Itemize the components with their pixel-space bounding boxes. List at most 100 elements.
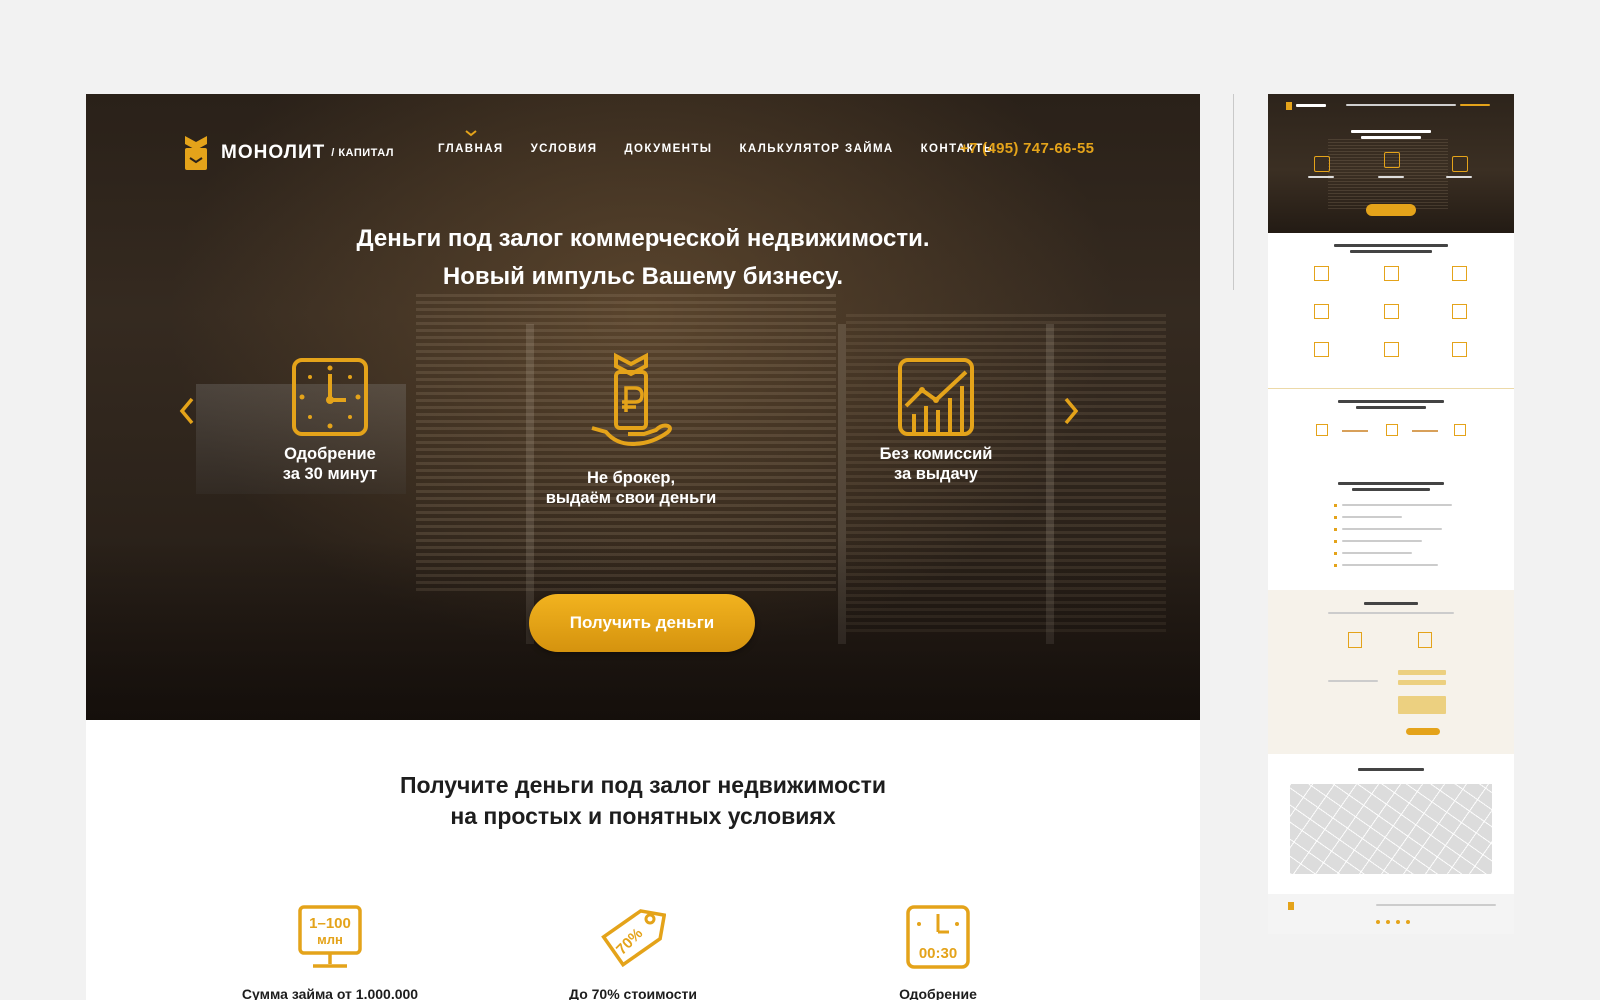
hero-section: МОНОЛИТ / КАПИТАЛ ГЛАВНАЯ УСЛОВИЯ ДОКУМЕ… — [86, 94, 1200, 720]
conditions-title-line: Получите деньги под залог недвижимости — [399, 772, 887, 798]
thumbnail-section-title — [1356, 406, 1426, 409]
thumbnail-section-title — [1364, 602, 1418, 605]
thumbnail-form-field — [1398, 670, 1446, 675]
thumbnail-step-icon — [1386, 424, 1398, 436]
thumbnail-section-title — [1352, 488, 1430, 491]
amount-icon-text: 1–100 — [309, 915, 351, 932]
thumbnail-doc-line — [1342, 540, 1422, 542]
thumbnail-ruble-icon — [1384, 152, 1400, 168]
thumbnail-grid-icon — [1384, 304, 1399, 319]
nav-item-conditions[interactable]: УСЛОВИЯ — [531, 143, 598, 155]
thumbnail-section-title — [1350, 250, 1432, 253]
amount-icon-unit: млн — [317, 932, 343, 947]
get-money-button[interactable]: Получить деньги — [529, 594, 755, 652]
condition-label: Одобрение — [899, 986, 977, 1000]
feature-label: Не брокер, выдаём свои деньги — [545, 469, 717, 507]
thumbnail-grid-icon — [1384, 266, 1399, 281]
hero-title-line: Деньги под залог коммерческой недвижимос… — [356, 225, 930, 252]
thumbnail-text-line — [1328, 612, 1454, 614]
thumbnail-feature-label — [1446, 176, 1472, 178]
thumbnail-check-icon — [1334, 528, 1337, 531]
thumbnail-nav — [1346, 104, 1456, 106]
condition-percent: 70% До 70% стоимости — [503, 904, 763, 1000]
thumbnail-calculator — [1268, 590, 1514, 754]
main-nav: ГЛАВНАЯ УСЛОВИЯ ДОКУМЕНТЫ КАЛЬКУЛЯТОР ЗА… — [438, 130, 1023, 155]
thumbnail-doc-line — [1342, 516, 1402, 518]
thumbnail-brand — [1296, 104, 1326, 107]
thumbnail-feature-label — [1308, 176, 1334, 178]
thumbnail-grid-icon — [1452, 342, 1467, 357]
thumbnail-application-icon — [1418, 632, 1432, 648]
conditions-title: Получите деньги под залог недвижимости н… — [86, 770, 1200, 832]
feature-approval: Одобрение за 30 минут — [200, 356, 460, 484]
thumbnail-step-icon — [1316, 424, 1328, 436]
thumbnail-title — [1351, 130, 1431, 133]
feature-label: Одобрение за 30 минут — [282, 445, 378, 483]
condition-label: До 70% стоимости — [569, 986, 697, 1000]
thumbnail-social-icon — [1376, 920, 1380, 924]
thumbnail-phone — [1460, 104, 1490, 106]
conditions-title-line: на простых и понятных условиях — [450, 803, 836, 829]
thumbnail-hero-blinds — [1328, 139, 1448, 209]
thumbnail-step-line — [1412, 430, 1438, 432]
brand-name: МОНОЛИТ — [221, 142, 326, 163]
timer-icon-text: 00:30 — [919, 945, 957, 962]
thumbnail-doc-line — [1342, 552, 1412, 554]
thumbnail-section-title — [1338, 400, 1444, 403]
thumbnail-feature-label — [1378, 176, 1404, 178]
thumbnail-grid-icon — [1314, 342, 1329, 357]
thumbnail-doc-line — [1342, 564, 1438, 566]
thumbnail-section-title — [1334, 244, 1448, 247]
thumbnail-separator — [1268, 388, 1514, 389]
preview-divider — [1233, 94, 1234, 290]
thumbnail-social-icon — [1406, 920, 1410, 924]
full-page-thumbnail — [1268, 94, 1514, 934]
thumbnail-footer-nav — [1376, 904, 1496, 906]
amount-monitor-icon: 1–100 млн — [298, 905, 362, 968]
brand-logo[interactable]: МОНОЛИТ / КАПИТАЛ — [183, 134, 394, 172]
thumbnail-section-title — [1358, 768, 1424, 771]
thumbnail-cta — [1366, 204, 1416, 216]
thumbnail-doc-line — [1342, 504, 1452, 506]
thumbnail-step-icon — [1454, 424, 1466, 436]
thumbnail-logo-icon — [1286, 102, 1292, 110]
thumbnail-chart-icon — [1452, 156, 1468, 172]
slider-prev-arrow-icon[interactable] — [178, 396, 198, 426]
hero-title: Деньги под залог коммерческой недвижимос… — [86, 220, 1200, 296]
thumbnail-slider — [1328, 680, 1378, 682]
thumbnail-submit — [1406, 728, 1440, 735]
thumbnail-check-icon — [1334, 564, 1337, 567]
thumbnail-grid-icon — [1384, 342, 1399, 357]
feature-own-money: Не брокер, выдаём свои деньги — [501, 352, 761, 508]
thumbnail-map — [1290, 784, 1492, 874]
thumbnail-footer-logo-icon — [1288, 902, 1294, 910]
nav-item-home[interactable]: ГЛАВНАЯ — [438, 130, 504, 155]
timer-icon: 00:30 — [906, 905, 970, 969]
thumbnail-form-field — [1398, 680, 1446, 685]
condition-approval: 00:30 Одобрение — [808, 904, 1068, 1000]
thumbnail-footer — [1268, 894, 1514, 934]
hero-title-line: Новый импульс Вашему бизнесу. — [442, 263, 844, 290]
thumbnail-grid-icon — [1314, 304, 1329, 319]
phone-link[interactable]: +7 (495) 747-66-55 — [960, 140, 1094, 157]
percent-tag-icon: 70% — [601, 909, 666, 968]
nav-item-documents[interactable]: ДОКУМЕНТЫ — [624, 143, 712, 155]
thumbnail-social-icon — [1386, 920, 1390, 924]
thumbnail-clock-icon — [1314, 156, 1330, 172]
growth-chart-icon — [898, 358, 974, 436]
clock-icon — [292, 358, 368, 436]
brand-suffix: / КАПИТАЛ — [331, 147, 394, 159]
thumbnail-grid-icon — [1314, 266, 1329, 281]
active-chevron-icon — [465, 130, 477, 137]
thumbnail-doc-line — [1342, 528, 1442, 530]
thumbnail-title — [1361, 136, 1421, 139]
thumbnail-social-icon — [1396, 920, 1400, 924]
thumbnail-grid-icon — [1452, 304, 1467, 319]
thumbnail-section-title — [1338, 482, 1444, 485]
nav-item-calculator[interactable]: КАЛЬКУЛЯТОР ЗАЙМА — [739, 143, 893, 155]
nav-item-label: ГЛАВНАЯ — [438, 143, 504, 155]
feature-no-commission: Без комиссий за выдачу — [806, 356, 1066, 484]
condition-amount: 1–100 млн Сумма займа от 1.000.000 — [200, 904, 460, 1000]
condition-label: Сумма займа от 1.000.000 — [241, 986, 419, 1000]
thumbnail-step-line — [1342, 430, 1368, 432]
